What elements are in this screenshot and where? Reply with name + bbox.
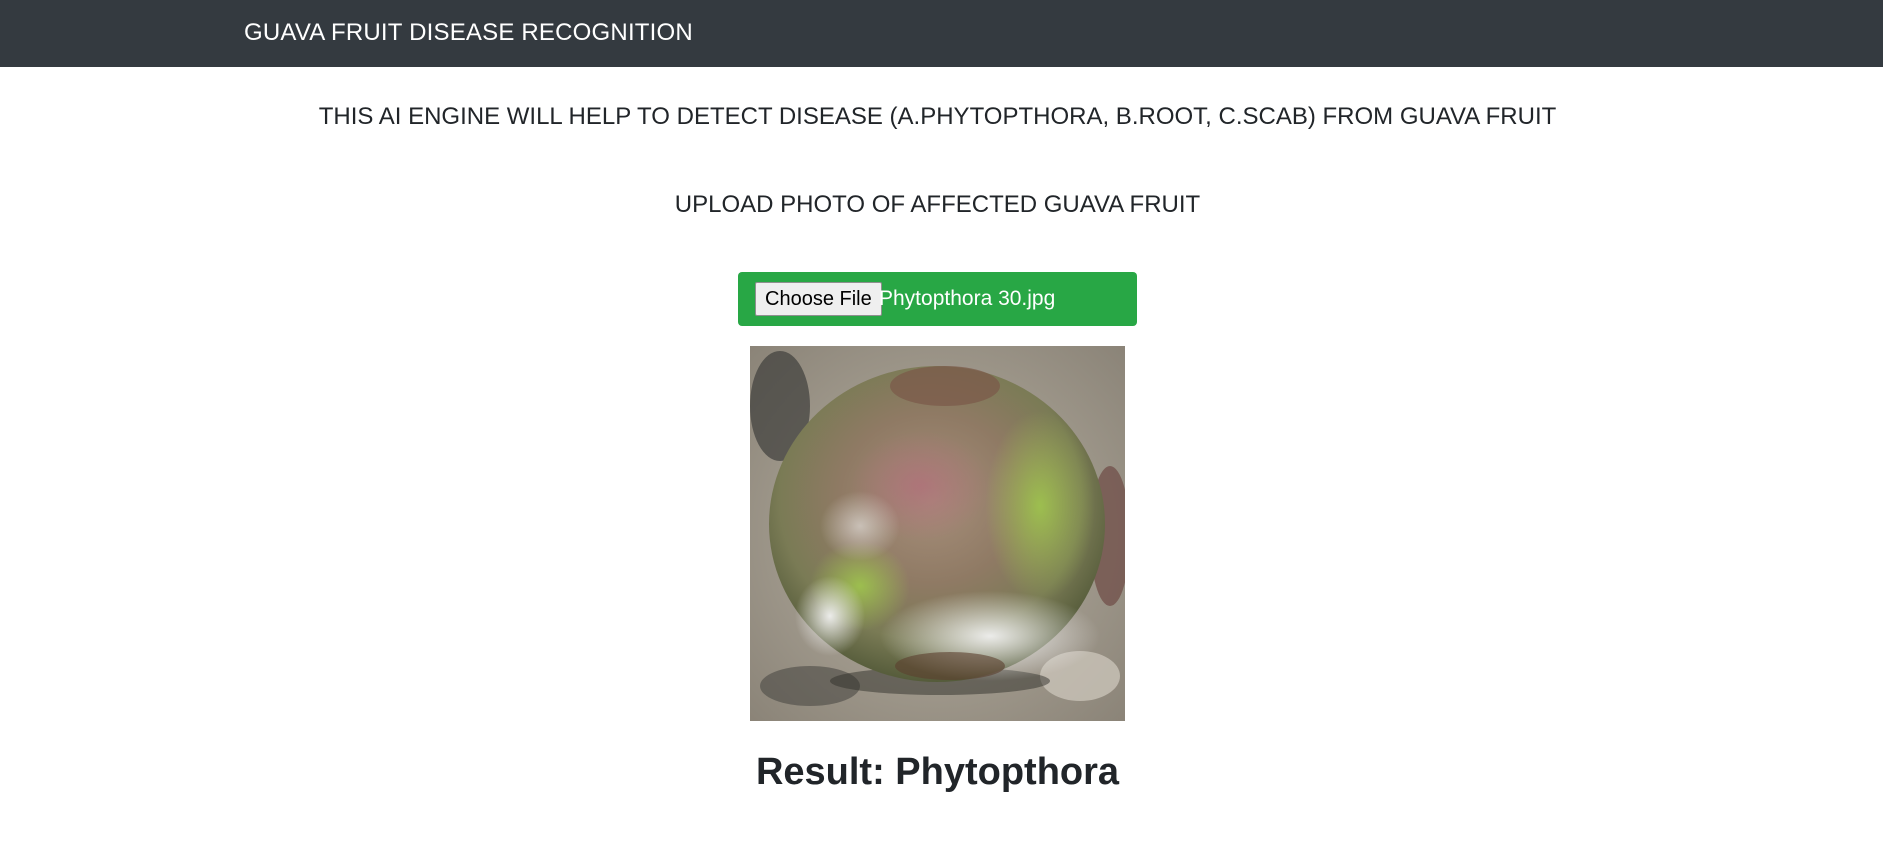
navbar-brand[interactable]: GUAVA FRUIT DISEASE RECOGNITION bbox=[244, 17, 693, 49]
selected-file-name: Phytopthora 30.jpg bbox=[879, 287, 1056, 310]
choose-file-button[interactable]: Choose File bbox=[755, 282, 882, 316]
intro-text: THIS AI ENGINE WILL HELP TO DETECT DISEA… bbox=[318, 103, 1557, 130]
result-heading: Result: Phytopthora bbox=[755, 751, 1120, 793]
navbar: GUAVA FRUIT DISEASE RECOGNITION bbox=[0, 0, 1883, 67]
guava-fruit-photo-icon bbox=[750, 346, 1125, 721]
upload-label: UPLOAD PHOTO OF AFFECTED GUAVA FRUIT bbox=[674, 191, 1201, 218]
file-upload-container[interactable]: Choose File Phytopthora 30.jpg bbox=[738, 272, 1137, 326]
uploaded-photo bbox=[750, 346, 1125, 721]
